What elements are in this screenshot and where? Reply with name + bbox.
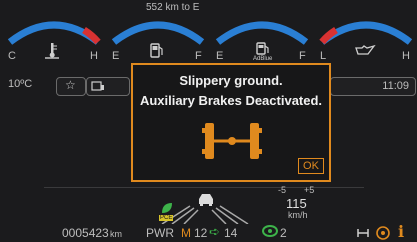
- info-icon: i: [398, 222, 405, 241]
- pce-badge: PCE: [159, 215, 174, 221]
- oil-gauge: [319, 21, 413, 45]
- fuel-pump-icon: [150, 43, 163, 58]
- fuel-max-label: F: [195, 50, 202, 62]
- divider: [44, 187, 364, 188]
- car-ahead-icon: [199, 194, 213, 206]
- arrow-right-icon: ➪: [209, 224, 220, 239]
- eco-leaf-icon: [162, 203, 172, 213]
- fuel-min-label: E: [112, 50, 120, 62]
- cruise-plus-offset: +5: [304, 185, 315, 195]
- odometer: 0005423: [62, 226, 109, 240]
- oil-max-label: H: [402, 50, 410, 62]
- slippery-ground-dialog: Slippery ground. Auxiliary Brakes Deacti…: [131, 63, 331, 182]
- coolant-temperature-icon: [45, 43, 59, 59]
- gauge-row: C H E F 552 km to E E F AdBlue L H: [0, 0, 417, 70]
- dialog-line-1: Slippery ground.: [179, 73, 283, 88]
- axle-brake-icon: [202, 123, 262, 159]
- current-gear: 12: [194, 226, 208, 240]
- next-gear: 14: [224, 226, 238, 240]
- star-icon: ☆: [65, 78, 76, 92]
- oil-can-icon: [355, 44, 376, 55]
- truck-icon: [91, 81, 104, 91]
- gear-mode-manual: M: [181, 226, 191, 240]
- drive-mode: PWR: [146, 226, 174, 240]
- dialog-line-2: Auxiliary Brakes Deactivated.: [139, 93, 323, 108]
- odometer-unit: km: [110, 229, 122, 239]
- adblue-max-label: F: [299, 50, 306, 62]
- cruise-minus-offset: -5: [278, 185, 287, 195]
- clock-tab: 11:09: [330, 77, 416, 96]
- ok-button[interactable]: OK: [298, 158, 324, 174]
- cruise-speed-unit: km/h: [288, 210, 308, 220]
- favorite-tab[interactable]: ☆: [56, 77, 86, 96]
- adblue-icon: [256, 42, 269, 55]
- axle-load-icon: [357, 229, 369, 237]
- oil-min-label: L: [320, 50, 327, 62]
- cruise-set-speed: 115: [286, 196, 307, 211]
- differential-lock-icon: [376, 226, 390, 240]
- adblue-icon-text: AdBlue: [253, 56, 273, 62]
- outside-temperature: 10ºC: [8, 78, 33, 90]
- coolant-max-label: H: [90, 50, 98, 62]
- eco-value: 2: [280, 226, 287, 240]
- eco-roll-icon: [262, 225, 278, 237]
- coolant-min-label: C: [8, 50, 16, 62]
- truck-tab[interactable]: [86, 77, 130, 96]
- clock: 11:09: [382, 80, 409, 92]
- bottom-panel: PCE -5 +5 115 km/h 0005423 km PWR M 12 ➪…: [0, 182, 417, 242]
- adblue-min-label: E: [216, 50, 224, 62]
- range-to-empty: 552 km to E: [146, 2, 200, 13]
